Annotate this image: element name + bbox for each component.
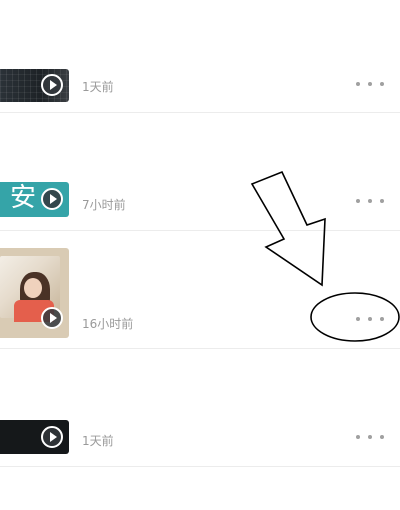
thumbnail-text: 安 <box>10 183 37 213</box>
play-icon[interactable] <box>41 74 63 96</box>
more-dot <box>380 199 384 203</box>
more-options-button[interactable] <box>356 194 384 208</box>
more-dot <box>368 317 372 321</box>
play-icon[interactable] <box>41 307 63 329</box>
play-icon[interactable] <box>41 426 63 448</box>
more-dot <box>356 199 360 203</box>
feed-item[interactable]: 安 7小时前 <box>0 112 400 231</box>
video-thumbnail[interactable] <box>0 420 69 454</box>
feed-item[interactable]: 1天前 <box>0 348 400 467</box>
more-dot <box>356 82 360 86</box>
feed-item[interactable]: 16小时前 <box>0 230 400 349</box>
video-thumbnail[interactable] <box>0 248 69 338</box>
more-dot <box>356 317 360 321</box>
more-dot <box>380 435 384 439</box>
feed-item[interactable]: 1天前 <box>0 0 400 113</box>
video-thumbnail[interactable] <box>0 69 69 102</box>
post-time: 1天前 <box>82 80 114 94</box>
more-dot <box>380 317 384 321</box>
more-dot <box>368 435 372 439</box>
thumbnail-figure <box>24 278 42 298</box>
more-options-button[interactable] <box>356 312 384 326</box>
more-dot <box>368 82 372 86</box>
post-time: 1天前 <box>82 434 114 448</box>
post-time: 16小时前 <box>82 317 134 331</box>
more-options-button[interactable] <box>356 77 384 91</box>
post-time: 7小时前 <box>82 198 126 212</box>
play-icon[interactable] <box>41 188 63 210</box>
more-dot <box>380 82 384 86</box>
more-options-button[interactable] <box>356 430 384 444</box>
more-dot <box>356 435 360 439</box>
video-thumbnail[interactable]: 安 <box>0 182 69 217</box>
video-feed-screen: 1天前 安 7小时前 16小时前 1天前 <box>0 0 400 510</box>
more-dot <box>368 199 372 203</box>
